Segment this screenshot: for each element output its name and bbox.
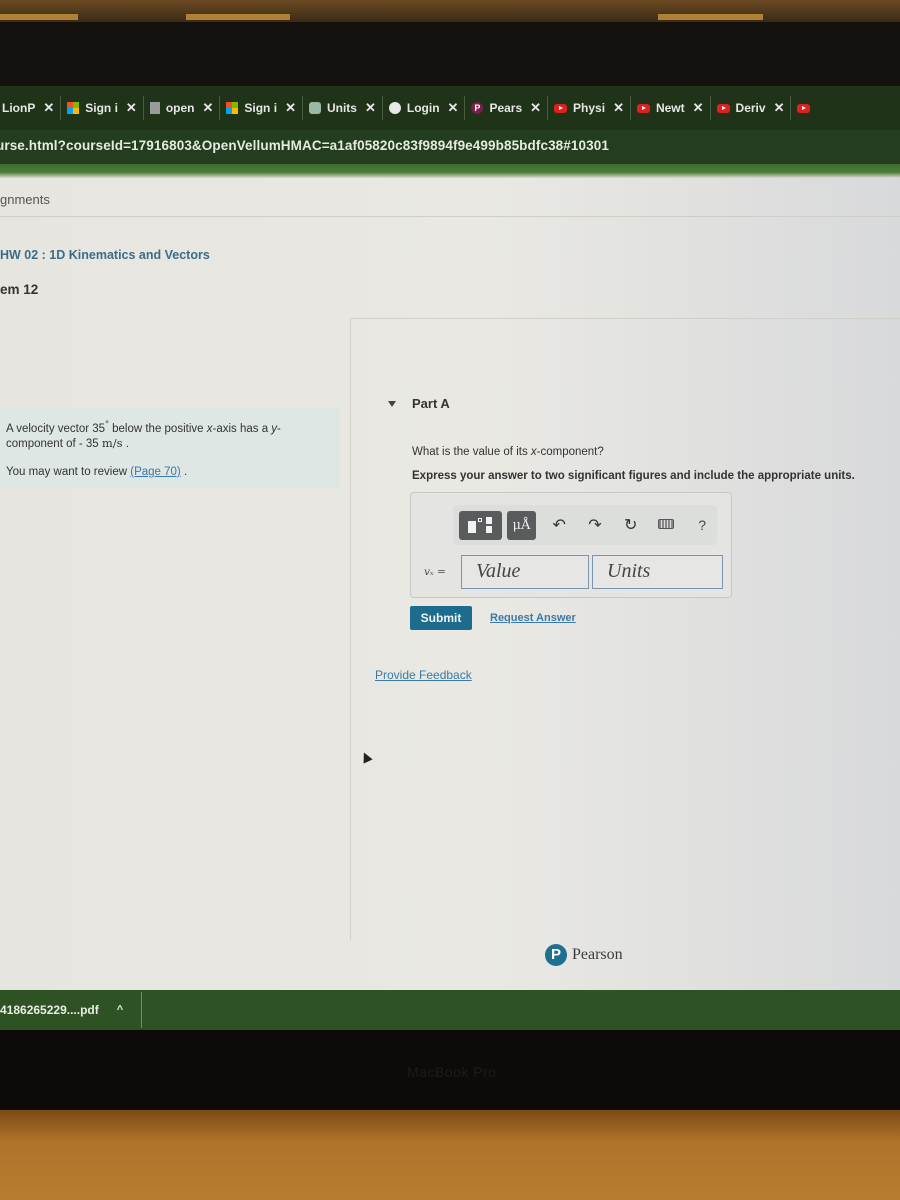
prompt-text: A velocity vector 35° below the positive… bbox=[6, 419, 281, 450]
download-file-name[interactable]: 4186265229....pdf bbox=[0, 1003, 99, 1017]
close-icon[interactable]: ✕ bbox=[613, 100, 624, 116]
tab-label: Physi bbox=[573, 101, 606, 115]
question-text: What is the value of its x-component? bbox=[412, 446, 604, 458]
provide-feedback-link[interactable]: Provide Feedback bbox=[375, 668, 472, 682]
problem-number: em 12 bbox=[0, 282, 39, 297]
tab-pearson[interactable]: P Pears ✕ bbox=[465, 96, 549, 120]
tab-label: Units bbox=[326, 101, 357, 115]
review-text: You may want to review (Page 70) . bbox=[6, 465, 188, 478]
submit-button[interactable]: Submit bbox=[410, 606, 472, 630]
problem-prompt: A velocity vector 35° below the positive… bbox=[0, 408, 340, 488]
youtube-icon bbox=[554, 103, 568, 113]
desk-surface bbox=[0, 1110, 900, 1200]
pearson-p-icon: P bbox=[545, 944, 567, 966]
divider bbox=[0, 216, 900, 217]
mastering-physics-page: gnments HW 02 : 1D Kinematics and Vector… bbox=[0, 178, 900, 990]
shelf-highlight bbox=[0, 14, 78, 20]
pearson-icon: P bbox=[471, 102, 484, 114]
globe-icon bbox=[388, 102, 401, 114]
close-icon[interactable]: ✕ bbox=[43, 100, 54, 116]
pearson-wordmark: Pearson bbox=[572, 946, 623, 963]
microsoft-icon bbox=[226, 102, 239, 114]
divider bbox=[350, 318, 351, 940]
redo-icon[interactable]: ↷ bbox=[580, 515, 610, 535]
chevron-up-icon[interactable]: ^ bbox=[117, 1004, 123, 1016]
variable-label: vₓ = bbox=[424, 566, 446, 578]
tab-lionpath[interactable]: LionP ✕ bbox=[0, 96, 62, 120]
request-answer-link[interactable]: Request Answer bbox=[490, 612, 576, 624]
tab-label: Login bbox=[406, 101, 440, 115]
units-input[interactable]: Units bbox=[592, 555, 723, 589]
assignment-title[interactable]: HW 02 : 1D Kinematics and Vectors bbox=[0, 248, 210, 262]
tab-label: Pears bbox=[489, 101, 523, 115]
pearson-logo: P Pearson bbox=[545, 944, 623, 966]
undo-icon[interactable]: ↶ bbox=[544, 515, 574, 535]
close-icon[interactable]: ✕ bbox=[202, 100, 213, 116]
part-a-header[interactable]: Part A bbox=[388, 396, 450, 411]
tab-youtube-physics[interactable]: Physi ✕ bbox=[548, 96, 631, 120]
tab-youtube-derivatives[interactable]: Deriv ✕ bbox=[711, 96, 792, 120]
keyboard-icon[interactable] bbox=[652, 516, 682, 534]
page-70-link[interactable]: (Page 70) bbox=[130, 466, 181, 478]
tab-units[interactable]: Units ✕ bbox=[303, 96, 383, 120]
reset-icon[interactable]: ↻ bbox=[616, 515, 646, 535]
shelf-highlight bbox=[658, 14, 763, 20]
templates-button[interactable] bbox=[459, 510, 502, 540]
template-exponent-icon bbox=[478, 518, 483, 522]
template-block-icon bbox=[468, 521, 477, 533]
close-icon[interactable]: ✕ bbox=[530, 100, 541, 116]
tab-label: Sign i bbox=[244, 101, 278, 115]
answer-instruction: Express your answer to two significant f… bbox=[412, 470, 855, 482]
shelf-highlight bbox=[186, 14, 290, 20]
youtube-icon bbox=[797, 103, 811, 113]
youtube-icon bbox=[636, 103, 650, 113]
close-icon[interactable]: ✕ bbox=[448, 100, 459, 116]
template-fraction-icon bbox=[486, 516, 493, 534]
device-label: MacBook Pro bbox=[407, 1064, 497, 1080]
breadcrumb-assignments[interactable]: gnments bbox=[0, 192, 50, 207]
mouse-cursor-icon bbox=[359, 750, 373, 764]
close-icon[interactable]: ✕ bbox=[365, 100, 376, 116]
divider bbox=[350, 318, 900, 319]
math-toolbar: μÅ ↶ ↷ ↻ ? bbox=[453, 505, 717, 545]
tab-label: Sign i bbox=[85, 101, 118, 115]
units-button[interactable]: μÅ bbox=[506, 510, 537, 540]
tab-login[interactable]: Login ✕ bbox=[383, 96, 466, 120]
tab-sign-in[interactable]: Sign i ✕ bbox=[61, 96, 144, 120]
address-bar[interactable]: urse.html?courseId=17916803&OpenVellumHM… bbox=[0, 130, 900, 164]
close-icon[interactable]: ✕ bbox=[285, 100, 296, 116]
laptop-bezel-top bbox=[0, 22, 900, 86]
tab-label: Deriv bbox=[735, 101, 766, 115]
tab-youtube-overflow[interactable] bbox=[791, 96, 822, 120]
microsoft-icon bbox=[67, 102, 80, 114]
close-icon[interactable]: ✕ bbox=[693, 100, 704, 116]
close-icon[interactable]: ✕ bbox=[774, 100, 785, 116]
tab-youtube-newton[interactable]: Newt ✕ bbox=[631, 96, 711, 120]
browser-tab-bar: LionP ✕ Sign i ✕ open ✕ Sign i ✕ Units ✕… bbox=[0, 86, 900, 130]
document-icon bbox=[149, 102, 160, 114]
help-icon[interactable]: ? bbox=[687, 517, 717, 533]
value-input[interactable]: Value bbox=[461, 555, 589, 589]
tab-label: open bbox=[165, 101, 195, 115]
download-item[interactable]: 4186265229....pdf ^ bbox=[0, 992, 143, 1028]
part-label: Part A bbox=[412, 396, 450, 411]
tab-open[interactable]: open ✕ bbox=[144, 96, 221, 120]
url-text[interactable]: urse.html?courseId=17916803&OpenVellumHM… bbox=[0, 138, 609, 153]
units-icon bbox=[308, 102, 321, 114]
tab-label: Newt bbox=[655, 101, 685, 115]
collapse-caret-icon[interactable] bbox=[388, 400, 396, 407]
answer-panel: μÅ ↶ ↷ ↻ ? vₓ = Value Units bbox=[410, 492, 732, 598]
browser-chrome-edge bbox=[0, 164, 900, 178]
tab-sign-in-2[interactable]: Sign i ✕ bbox=[220, 96, 303, 120]
youtube-icon bbox=[716, 103, 730, 113]
background-shelf bbox=[0, 0, 900, 22]
download-shelf: 4186265229....pdf ^ bbox=[0, 990, 900, 1030]
tab-label: LionP bbox=[2, 101, 36, 115]
close-icon[interactable]: ✕ bbox=[126, 100, 137, 116]
